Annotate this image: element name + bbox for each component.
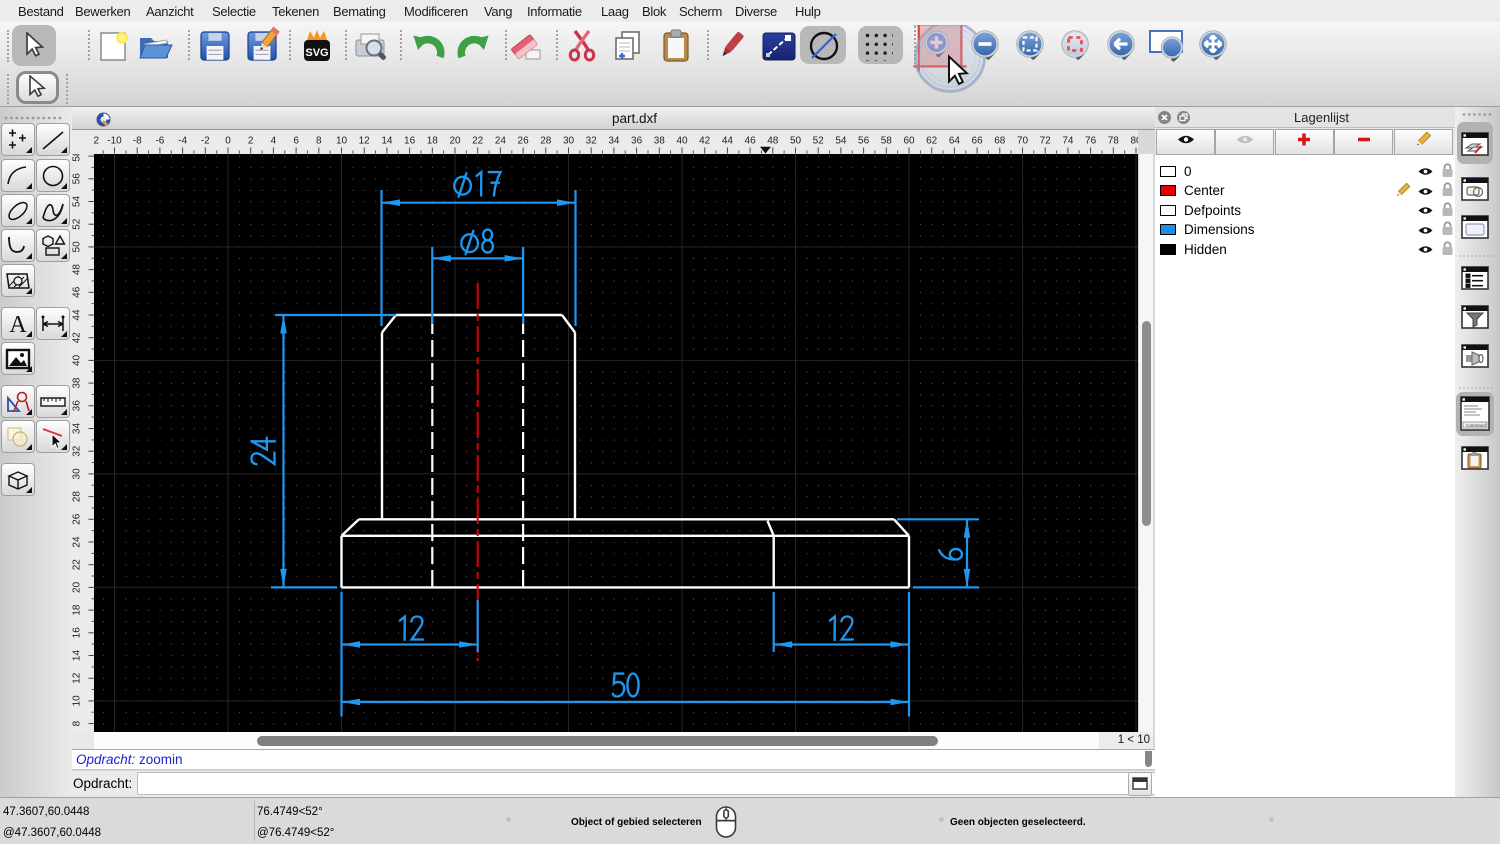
svg-text:50: 50 bbox=[72, 241, 83, 253]
svg-text:44: 44 bbox=[72, 309, 83, 321]
svg-text:18: 18 bbox=[72, 604, 83, 616]
svg-text:44: 44 bbox=[722, 136, 734, 147]
svg-text:12: 12 bbox=[359, 136, 371, 147]
svg-text:28: 28 bbox=[72, 491, 83, 503]
svg-text:34: 34 bbox=[608, 136, 620, 147]
svg-text:68: 68 bbox=[994, 136, 1006, 147]
svg-text:4: 4 bbox=[271, 136, 277, 147]
svg-text:64: 64 bbox=[949, 136, 961, 147]
svg-text:66: 66 bbox=[972, 136, 984, 147]
svg-text:38: 38 bbox=[72, 377, 83, 389]
svg-text:48: 48 bbox=[767, 136, 779, 147]
svg-text:42: 42 bbox=[699, 136, 711, 147]
svg-text:18: 18 bbox=[427, 136, 439, 147]
svg-text:42: 42 bbox=[72, 332, 83, 344]
svg-text:A: A bbox=[9, 312, 27, 338]
svg-text:SVG: SVG bbox=[305, 47, 328, 59]
svg-text:40: 40 bbox=[72, 354, 83, 366]
svg-text:10: 10 bbox=[72, 695, 83, 707]
svg-text:24: 24 bbox=[495, 136, 507, 147]
svg-text:56: 56 bbox=[858, 136, 870, 147]
svg-text:54: 54 bbox=[72, 196, 83, 208]
svg-text:22: 22 bbox=[72, 559, 83, 571]
svg-text:52: 52 bbox=[813, 136, 825, 147]
svg-text:16: 16 bbox=[72, 627, 83, 639]
svg-text:60: 60 bbox=[903, 136, 915, 147]
svg-text:16: 16 bbox=[404, 136, 416, 147]
svg-text:12: 12 bbox=[72, 672, 83, 684]
svg-text:52: 52 bbox=[72, 218, 83, 230]
svg-text:26: 26 bbox=[518, 136, 530, 147]
svg-text:8: 8 bbox=[72, 720, 83, 726]
svg-text:command: command bbox=[1466, 423, 1486, 428]
svg-text:74: 74 bbox=[1062, 136, 1074, 147]
svg-text:48: 48 bbox=[72, 264, 83, 276]
svg-text:62: 62 bbox=[926, 136, 938, 147]
svg-text:-2: -2 bbox=[201, 136, 210, 147]
svg-text:14: 14 bbox=[72, 650, 83, 662]
svg-text:40: 40 bbox=[676, 136, 688, 147]
svg-text:36: 36 bbox=[72, 400, 83, 412]
svg-text:30: 30 bbox=[72, 468, 83, 480]
svg-text:72: 72 bbox=[1040, 136, 1052, 147]
svg-text:20: 20 bbox=[72, 581, 83, 593]
svg-text:2: 2 bbox=[248, 136, 254, 147]
svg-text:70: 70 bbox=[1017, 136, 1029, 147]
svg-text:6: 6 bbox=[293, 136, 299, 147]
svg-text:78: 78 bbox=[1108, 136, 1120, 147]
svg-text:32: 32 bbox=[586, 136, 598, 147]
svg-text:58: 58 bbox=[72, 154, 83, 162]
svg-text:-10: -10 bbox=[107, 136, 122, 147]
svg-text:-4: -4 bbox=[178, 136, 187, 147]
svg-text:28: 28 bbox=[540, 136, 552, 147]
svg-text:32: 32 bbox=[72, 445, 83, 457]
svg-text:22: 22 bbox=[472, 136, 484, 147]
svg-text:54: 54 bbox=[835, 136, 847, 147]
svg-text:-12: -12 bbox=[94, 136, 99, 147]
svg-text:38: 38 bbox=[654, 136, 666, 147]
svg-text:-8: -8 bbox=[133, 136, 142, 147]
svg-text:36: 36 bbox=[631, 136, 643, 147]
svg-text:46: 46 bbox=[745, 136, 757, 147]
svg-text:26: 26 bbox=[72, 513, 83, 525]
svg-text:20: 20 bbox=[449, 136, 461, 147]
svg-text:14: 14 bbox=[381, 136, 393, 147]
svg-text:56: 56 bbox=[72, 173, 83, 185]
svg-text:80: 80 bbox=[1130, 136, 1138, 147]
svg-text:-6: -6 bbox=[155, 136, 164, 147]
svg-text:8: 8 bbox=[316, 136, 322, 147]
svg-text:0: 0 bbox=[225, 136, 231, 147]
svg-text:24: 24 bbox=[72, 536, 83, 548]
svg-text:30: 30 bbox=[563, 136, 575, 147]
svg-text:34: 34 bbox=[72, 423, 83, 435]
svg-text:46: 46 bbox=[72, 286, 83, 298]
svg-text:58: 58 bbox=[881, 136, 893, 147]
svg-text:10: 10 bbox=[336, 136, 348, 147]
svg-text:50: 50 bbox=[790, 136, 802, 147]
svg-text:76: 76 bbox=[1085, 136, 1097, 147]
